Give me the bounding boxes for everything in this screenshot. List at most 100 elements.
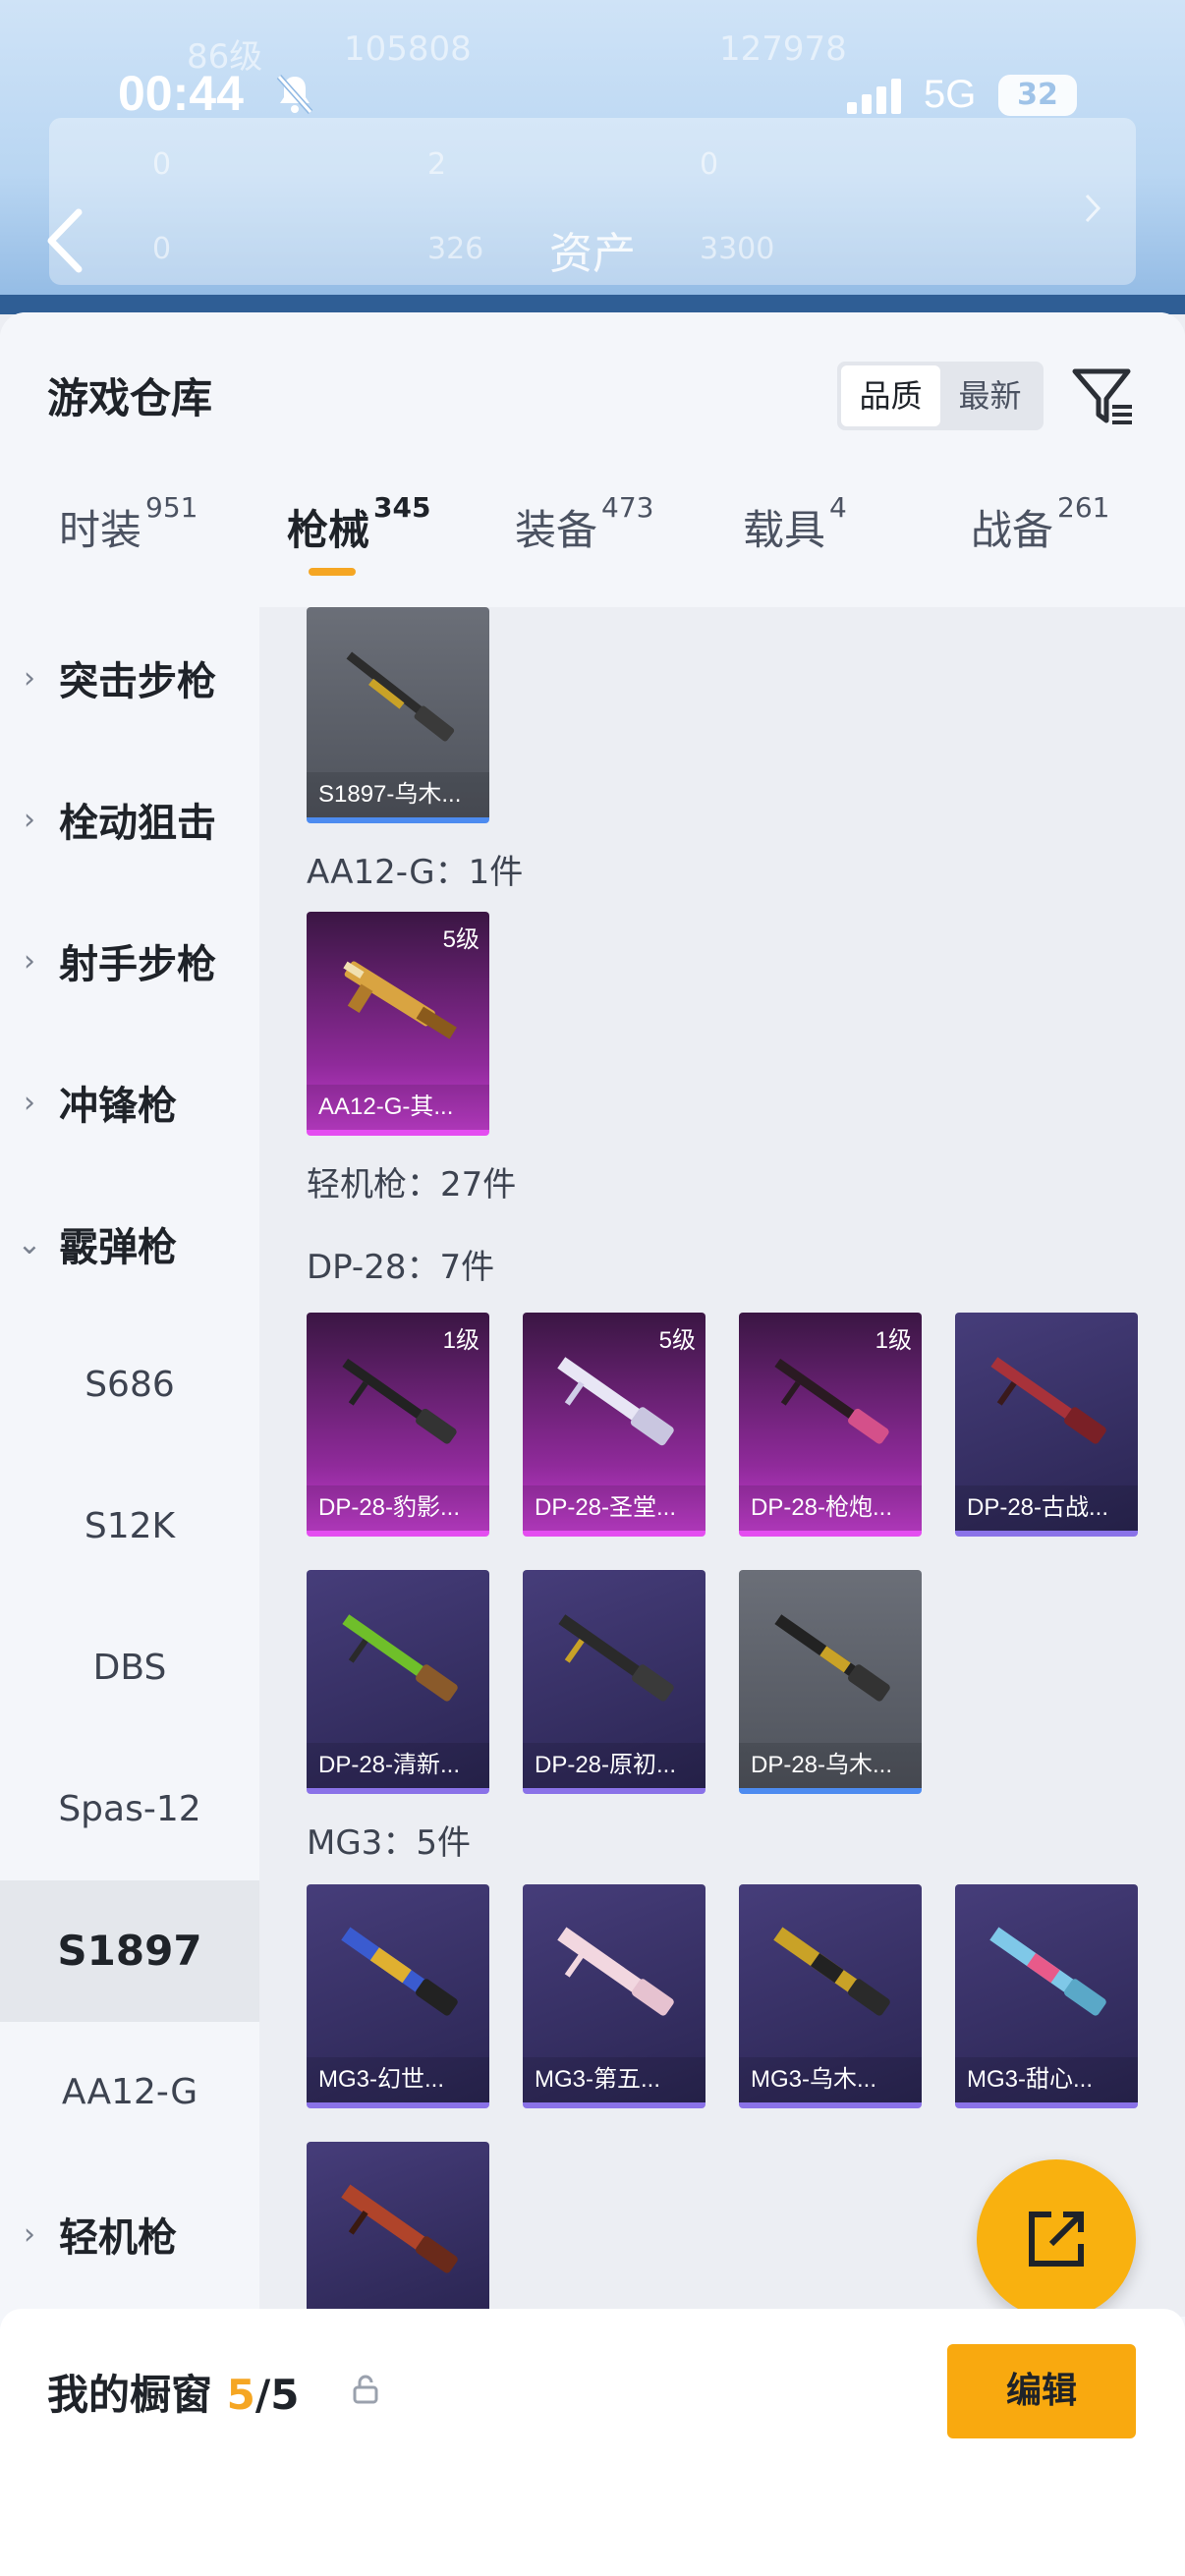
skin-card[interactable]: MG3-乌木... [739, 1884, 922, 2108]
tab-fashion[interactable]: 时装 951 [59, 491, 198, 557]
stat-1: 0 [152, 147, 172, 182]
tab-firearms[interactable]: 枪械 345 [287, 491, 430, 557]
chevron-right-icon[interactable] [1083, 192, 1102, 234]
sort-quality-button[interactable]: 品质 [841, 365, 940, 426]
sidebar-subitem-s12k[interactable]: S12K [0, 1456, 259, 1597]
my-showcase-bar: 我的橱窗 5/5 编辑 [0, 2309, 1185, 2576]
stat-3: 0 [700, 147, 719, 182]
weapon-category-sidebar: › 突击步枪 › 栓动狙击 › 射手步枪 › 冲锋枪 ⌄ 霰弹枪 S686 S1… [0, 607, 259, 2317]
mute-bell-icon [275, 73, 314, 124]
tab-vehicles[interactable]: 载具 4 [743, 491, 847, 557]
chevron-down-icon: ⌄ [17, 1226, 42, 1261]
tab-supplies[interactable]: 战备 261 [971, 491, 1109, 557]
status-time: 00:44 [118, 66, 244, 121]
section-header-mg3: MG3：5件 [307, 1823, 471, 1863]
skin-card[interactable]: 1级 DP-28-豹影... [307, 1313, 489, 1537]
skin-name: MG3-乌木... [739, 2057, 922, 2102]
sidebar-item-lmg[interactable]: › 轻机枪 [0, 2163, 259, 2305]
skin-card[interactable]: 1级 DP-28-枪炮... [739, 1313, 922, 1537]
skin-card[interactable]: MG3-甜心... [955, 1884, 1138, 2108]
tab-label: 时装 [59, 506, 142, 554]
showcase-count: 5 [226, 2371, 255, 2419]
tab-label: 战备 [971, 506, 1054, 554]
sidebar-item-marksman-rifle[interactable]: › 射手步枪 [0, 890, 259, 1032]
sheet-header: 游戏仓库 品质 最新 时装 951 枪械 345 装备 473 载具 4 战备 261 [0, 312, 1185, 607]
warehouse-sheet: 游戏仓库 品质 最新 时装 951 枪械 345 装备 473 载具 4 战备 261 ›… [0, 312, 1185, 2576]
section-header-lmg: 轻机枪：27件 [307, 1165, 517, 1204]
sidebar-subitem-dbs[interactable]: DBS [0, 1597, 259, 1739]
skin-card[interactable]: DP-28-清新... [307, 1570, 489, 1794]
tab-count: 345 [373, 491, 431, 524]
skin-name: DP-28-原初... [523, 1743, 705, 1788]
lock-icon [350, 2374, 381, 2405]
skin-name: DP-28-豹影... [307, 1485, 489, 1531]
sidebar-item-label: 霰弹枪 [59, 1225, 177, 1270]
machine-gun-icon [341, 2184, 458, 2273]
weapon-grid: S1897-乌木... AA12-G：1件 5级 AA12-G-其... 轻机枪… [259, 607, 1185, 2317]
sort-newest-button[interactable]: 最新 [940, 365, 1040, 426]
sidebar-item-assault-rifle[interactable]: › 突击步枪 [0, 607, 259, 749]
category-tabs: 时装 951 枪械 345 装备 473 载具 4 战备 261 [0, 491, 1185, 605]
rifle-icon [343, 961, 457, 1039]
section-header-dp28: DP-28：7件 [307, 1248, 495, 1287]
chevron-right-icon: › [24, 2216, 35, 2252]
skin-name: AA12-G-其... [307, 1085, 489, 1130]
sidebar-subitem-s1897[interactable]: S1897 [0, 1880, 259, 2022]
machine-gun-icon [774, 1614, 890, 1702]
skin-card[interactable]: MG3-幻世... [307, 1884, 489, 2108]
sidebar-item-smg[interactable]: › 冲锋枪 [0, 1032, 259, 1173]
share-button[interactable] [977, 2159, 1136, 2319]
skin-card[interactable]: MG3-第五... [523, 1884, 705, 2108]
sidebar-subitem-aa12g[interactable]: AA12-G [0, 2022, 259, 2163]
machine-gun-icon [342, 1358, 457, 1444]
sort-toggle: 品质 最新 [837, 362, 1044, 430]
skin-name: MG3-幻世... [307, 2057, 489, 2102]
header-edge [0, 295, 1185, 314]
sheet-title: 游戏仓库 [47, 374, 213, 422]
skin-name: DP-28-清新... [307, 1743, 489, 1788]
skin-name: DP-28-枪炮... [739, 1485, 922, 1531]
machine-gun-icon [341, 1927, 458, 2016]
edit-button[interactable]: 编辑 [947, 2344, 1136, 2438]
sidebar-subitem-spas12[interactable]: Spas-12 [0, 1739, 259, 1880]
skin-card[interactable]: 5级 DP-28-圣堂... [523, 1313, 705, 1537]
network-type: 5G [924, 73, 977, 116]
sidebar-item-label: 栓动狙击 [59, 801, 216, 846]
sidebar-item-label: 射手步枪 [59, 942, 216, 987]
status-bar: 00:44 5G 32 [0, 59, 1185, 138]
skin-card[interactable]: DP-28-原初... [523, 1570, 705, 1794]
sidebar-item-label: 冲锋枪 [59, 1084, 177, 1129]
sidebar-item-shotgun[interactable]: ⌄ 霰弹枪 [0, 1173, 259, 1315]
tab-label: 载具 [743, 506, 826, 554]
page-title: 资产 [549, 229, 636, 279]
skin-card[interactable]: DP-28-古战... [955, 1313, 1138, 1537]
skin-name: S1897-乌木... [307, 772, 489, 817]
battery-icon: 32 [998, 75, 1077, 116]
skin-name: DP-28-圣堂... [523, 1485, 705, 1531]
tab-equipment[interactable]: 装备 473 [515, 491, 653, 557]
active-tab-indicator [309, 568, 356, 576]
tab-count: 4 [829, 491, 847, 524]
skin-card[interactable]: S1897-乌木... [307, 607, 489, 823]
skin-name: DP-28-古战... [955, 1485, 1138, 1531]
skin-name: MG3-甜心... [955, 2057, 1138, 2102]
showcase-label: 我的橱窗 5/5 [47, 2362, 299, 2422]
tab-count: 261 [1057, 491, 1110, 524]
machine-gun-icon [342, 1614, 458, 1702]
machine-gun-icon [989, 1927, 1106, 2016]
shotgun-icon [346, 651, 455, 742]
skin-card[interactable] [307, 2142, 489, 2317]
machine-gun-icon [557, 1357, 674, 1446]
machine-gun-icon [557, 1927, 674, 2016]
sidebar-item-bolt-sniper[interactable]: › 栓动狙击 [0, 749, 259, 890]
sidebar-item-label: 突击步枪 [59, 659, 216, 704]
chevron-right-icon: › [24, 660, 35, 696]
machine-gun-icon [773, 1927, 890, 2016]
filter-icon[interactable] [1069, 362, 1138, 430]
tab-count: 951 [145, 491, 198, 524]
skin-card[interactable]: 5级 AA12-G-其... [307, 912, 489, 1136]
section-header-aa12g: AA12-G：1件 [307, 853, 524, 892]
sidebar-subitem-s686[interactable]: S686 [0, 1315, 259, 1456]
skin-card[interactable]: DP-28-乌木... [739, 1570, 922, 1794]
tab-count: 473 [601, 491, 654, 524]
